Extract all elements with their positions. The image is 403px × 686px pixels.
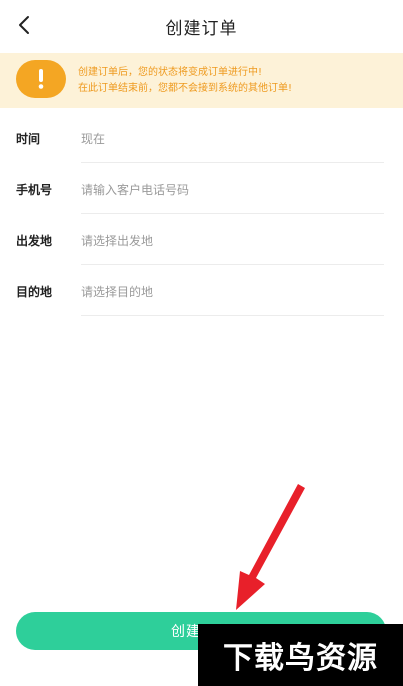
exclamation-icon	[16, 60, 66, 98]
destination-picker[interactable]: 请选择目的地	[81, 283, 153, 300]
form-row-time[interactable]: 时间 现在	[0, 112, 403, 163]
notice-line-2: 在此订单结束前，您都不会接到系统的其他订单!	[78, 83, 293, 94]
form-row-destination[interactable]: 目的地 请选择目的地	[0, 265, 403, 316]
notice-text: 创建订单后，您的状态将变成订单进行中! 在此订单结束前，您都不会接到系统的其他订…	[78, 65, 292, 97]
notice-banner: 创建订单后，您的状态将变成订单进行中! 在此订单结束前，您都不会接到系统的其他订…	[0, 53, 403, 108]
phone-label: 手机号	[16, 183, 53, 197]
origin-label: 出发地	[16, 234, 53, 248]
notice-line-1: 创建订单后，您的状态将变成订单进行中!	[78, 67, 263, 78]
origin-picker[interactable]: 请选择出发地	[81, 232, 153, 249]
red-arrow-icon	[236, 484, 305, 610]
header: 创建订单	[0, 0, 403, 50]
form-row-origin[interactable]: 出发地 请选择出发地	[0, 214, 403, 265]
destination-label: 目的地	[16, 285, 53, 299]
time-label: 时间	[16, 132, 41, 146]
divider	[81, 315, 384, 316]
watermark: 下载鸟资源	[198, 624, 403, 686]
phone-input[interactable]: 请输入客户电话号码	[81, 181, 189, 198]
page-title: 创建订单	[165, 19, 238, 39]
time-value[interactable]: 现在	[81, 130, 105, 147]
form-row-phone[interactable]: 手机号 请输入客户电话号码	[0, 163, 403, 214]
